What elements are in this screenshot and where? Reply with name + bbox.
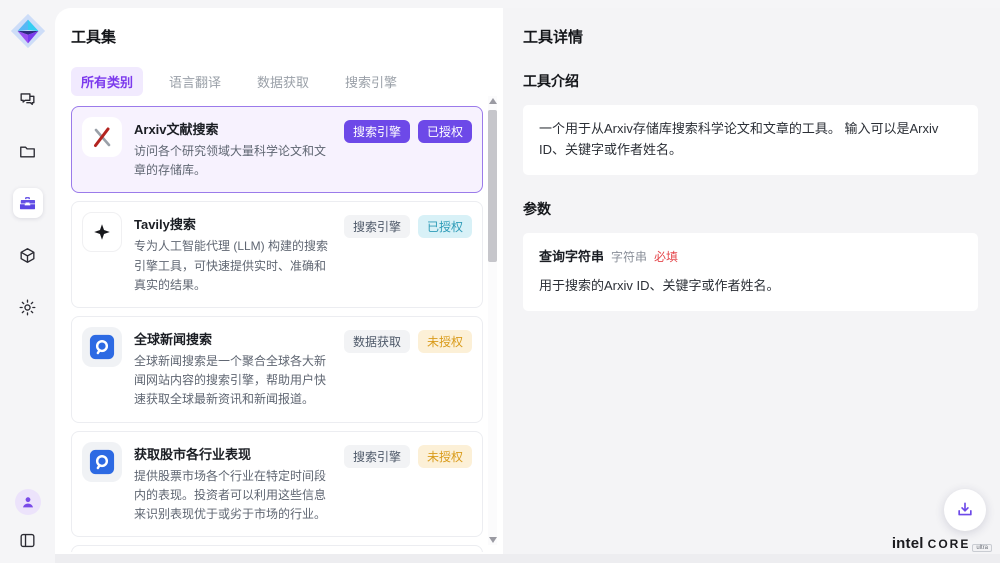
tab-0[interactable]: 所有类别 xyxy=(71,67,143,96)
sparkle-icon xyxy=(82,212,122,252)
app-window: 工具集 所有类别语言翻译数据获取搜索引擎 Arxiv文献搜索 访问各个研究领域大… xyxy=(0,0,1000,563)
toolbox-icon[interactable] xyxy=(13,188,43,218)
arxiv-icon xyxy=(82,117,122,157)
tool-description: 提供股票市场各个行业在特定时间段内的表现。投资者可以利用这些信息来识别表现优于或… xyxy=(134,467,336,525)
category-badge: 搜索引擎 xyxy=(344,120,410,143)
param-card: 查询字符串 字符串 必填 用于搜索的Arxiv ID、关键字或作者姓名。 xyxy=(523,233,978,312)
tab-2[interactable]: 数据获取 xyxy=(247,67,319,96)
scrollbar-thumb[interactable] xyxy=(488,110,497,262)
horizontal-scrollbar-track[interactable] xyxy=(55,554,1000,563)
brand-intel-text: intel xyxy=(892,535,924,552)
download-icon xyxy=(955,500,975,520)
auth-badge: 已授权 xyxy=(418,120,472,143)
tool-card-0[interactable]: Arxiv文献搜索 访问各个研究领域大量科学论文和文章的存储库。 搜索引擎 已授… xyxy=(71,106,483,193)
tool-name: 全球新闻搜索 xyxy=(134,329,336,348)
tool-card-1[interactable]: Tavily搜索 专为人工智能代理 (LLM) 构建的搜索引擎工具，可快速提供实… xyxy=(71,201,483,308)
cube-icon[interactable] xyxy=(13,240,43,270)
param-name: 查询字符串 xyxy=(539,247,604,268)
tool-name: Arxiv文献搜索 xyxy=(134,119,336,138)
brand-ultra-badge: ultra xyxy=(972,544,992,552)
scrollbar-up-arrow-icon[interactable] xyxy=(489,98,497,104)
tool-description: 专为人工智能代理 (LLM) 构建的搜索引擎工具，可快速提供实时、准确和真实的结… xyxy=(134,237,336,295)
tab-1[interactable]: 语言翻译 xyxy=(159,67,231,96)
chat-icon[interactable] xyxy=(13,84,43,114)
auth-badge: 已授权 xyxy=(418,215,472,238)
tool-name: 获取股市各行业表现 xyxy=(134,444,336,463)
tool-name: Tavily搜索 xyxy=(134,214,336,233)
param-header: 查询字符串 字符串 必填 xyxy=(539,247,962,268)
category-tabs: 所有类别语言翻译数据获取搜索引擎 xyxy=(71,67,503,96)
q-search-icon xyxy=(82,327,122,367)
download-button[interactable] xyxy=(944,489,986,531)
toolset-column: 工具集 所有类别语言翻译数据获取搜索引擎 Arxiv文献搜索 访问各个研究领域大… xyxy=(55,8,503,563)
tool-card-2[interactable]: 全球新闻搜索 全球新闻搜索是一个聚合全球各大新闻网站内容的搜索引擎，帮助用户快速… xyxy=(71,316,483,423)
params-heading: 参数 xyxy=(523,199,978,219)
param-type: 字符串 xyxy=(611,248,647,267)
sidebar-footer xyxy=(0,489,55,555)
intel-core-logo: intel CORE ultra xyxy=(892,535,992,552)
brand-core-text: CORE xyxy=(928,537,971,551)
tool-card-3[interactable]: 获取股市各行业表现 提供股票市场各个行业在特定时间段内的表现。投资者可以利用这些… xyxy=(71,431,483,538)
toolset-title: 工具集 xyxy=(71,26,503,47)
tool-card-4[interactable]: 获取市场最活跃股票信息 提供当天交易量最高的股票列表，投资者可以利用这些信息来识… xyxy=(71,545,483,552)
gear-icon[interactable] xyxy=(13,292,43,322)
auth-badge: 未授权 xyxy=(418,445,472,468)
category-badge: 搜索引擎 xyxy=(344,445,410,468)
scrollbar-down-arrow-icon[interactable] xyxy=(489,537,497,543)
left-sidebar xyxy=(0,0,55,563)
folder-icon[interactable] xyxy=(13,136,43,166)
detail-title: 工具详情 xyxy=(523,26,978,47)
tool-detail-column: 工具详情 工具介绍 一个用于从Arxiv存储库搜索科学论文和文章的工具。 输入可… xyxy=(503,8,1000,563)
intro-card: 一个用于从Arxiv存储库搜索科学论文和文章的工具。 输入可以是Arxiv ID… xyxy=(523,105,978,175)
tool-description: 全球新闻搜索是一个聚合全球各大新闻网站内容的搜索引擎，帮助用户快速获取全球最新资… xyxy=(134,352,336,410)
list-scrollbar[interactable] xyxy=(488,96,497,545)
intro-text: 一个用于从Arxiv存储库搜索科学论文和文章的工具。 输入可以是Arxiv ID… xyxy=(539,121,938,157)
category-badge: 数据获取 xyxy=(344,330,410,353)
tool-description: 访问各个研究领域大量科学论文和文章的存储库。 xyxy=(134,142,336,180)
panel-layout-icon[interactable] xyxy=(13,525,43,555)
param-required-badge: 必填 xyxy=(654,248,678,267)
sidebar-nav xyxy=(13,84,43,322)
tool-list: Arxiv文献搜索 访问各个研究领域大量科学论文和文章的存储库。 搜索引擎 已授… xyxy=(71,106,483,552)
app-logo-icon[interactable] xyxy=(9,12,47,50)
tab-3[interactable]: 搜索引擎 xyxy=(335,67,407,96)
auth-badge: 未授权 xyxy=(418,330,472,353)
category-badge: 搜索引擎 xyxy=(344,215,410,238)
q-search-icon xyxy=(82,442,122,482)
user-avatar-icon[interactable] xyxy=(15,489,41,515)
main-panel: 工具集 所有类别语言翻译数据获取搜索引擎 Arxiv文献搜索 访问各个研究领域大… xyxy=(55,8,1000,563)
intro-heading: 工具介绍 xyxy=(523,71,978,91)
param-description: 用于搜索的Arxiv ID、关键字或作者姓名。 xyxy=(539,276,962,297)
